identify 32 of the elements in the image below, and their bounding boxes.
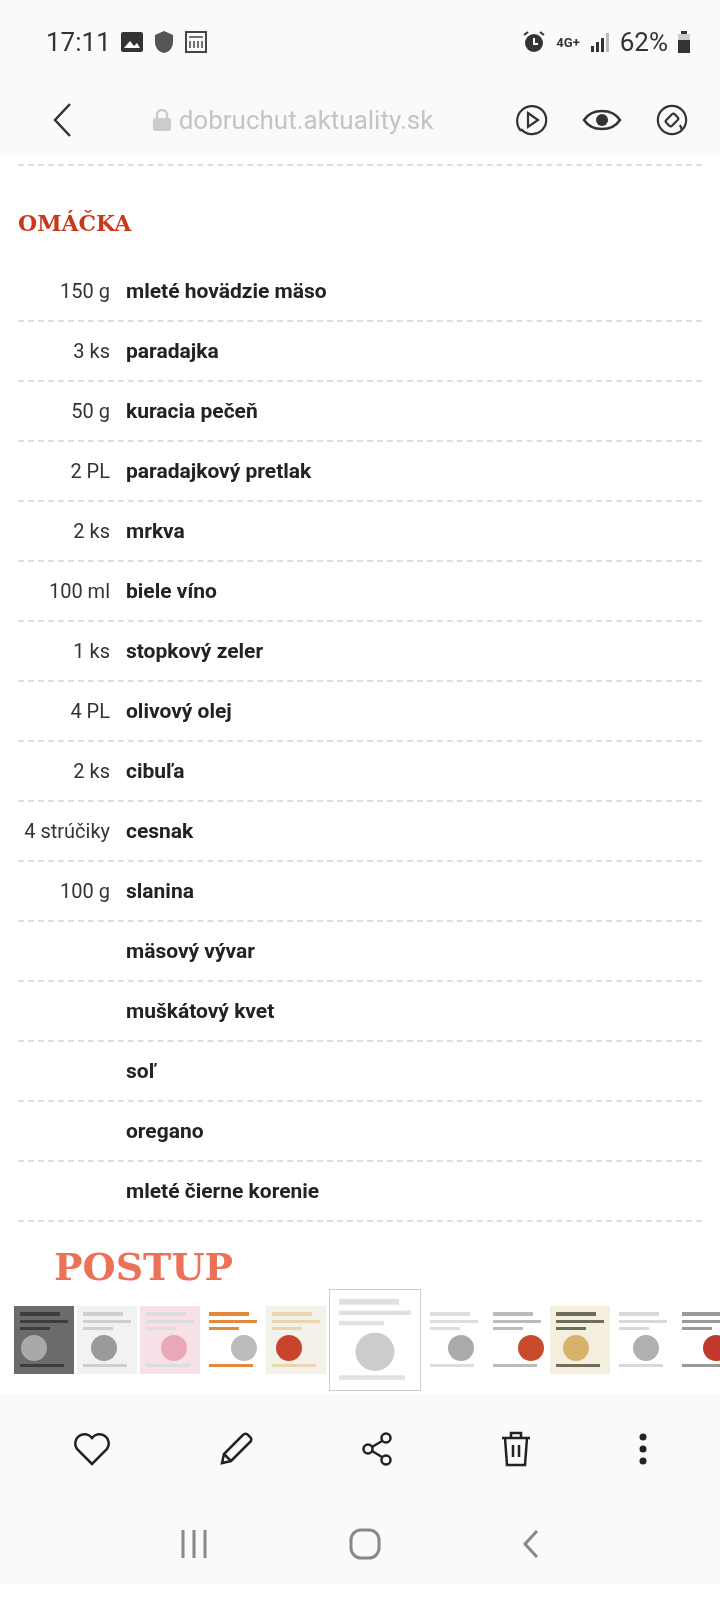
ingredient-name: stopkový zeler <box>125 639 264 663</box>
battery-percentage: 62% <box>619 27 668 57</box>
section-heading: OMÁČKA <box>18 164 702 262</box>
ingredient-amount: 1 ks <box>72 639 111 663</box>
ingredient-name: oregano <box>125 1119 204 1143</box>
ingredient-name: olivový olej <box>125 699 232 723</box>
ingredient-amount: 4 strúčiky <box>23 819 111 843</box>
ingredient-amount: 2 ks <box>72 519 111 543</box>
ingredient-amount: 3 ks <box>72 339 111 363</box>
ingredient-amount: 100 g <box>59 879 111 903</box>
ingredient-name: paradajka <box>125 339 219 363</box>
ingredient-amount: 4 PL <box>69 699 111 723</box>
network-label: 4G+ <box>556 34 580 50</box>
ingredient-amount: 2 PL <box>69 459 111 483</box>
ingredient-name: cibuľa <box>125 759 185 783</box>
ingredient-name: soľ <box>125 1059 156 1083</box>
ingredient-name: slanina <box>125 879 194 903</box>
section-heading: POSTUP <box>54 1244 234 1290</box>
ingredient-name: mleté čierne korenie <box>125 1179 320 1203</box>
clock: 17:11 <box>46 27 111 57</box>
ingredient-amount: 150 g <box>59 279 111 303</box>
ingredient-name: biele víno <box>125 579 217 603</box>
ingredient-name: mleté hovädzie mäso <box>125 279 327 303</box>
ingredient-amount: 2 ks <box>72 759 111 783</box>
ingredient-name: kuracia pečeň <box>125 399 258 423</box>
ingredient-name: muškátový kvet <box>125 999 275 1023</box>
ingredient-amount: 50 g <box>70 399 111 423</box>
ingredient-amount: 100 ml <box>47 579 111 603</box>
ingredient-name: cesnak <box>125 819 194 843</box>
ingredient-name: mäsový vývar <box>125 939 255 963</box>
ingredient-name: mrkva <box>125 519 185 543</box>
ingredient-name: paradajkový pretlak <box>125 459 312 483</box>
